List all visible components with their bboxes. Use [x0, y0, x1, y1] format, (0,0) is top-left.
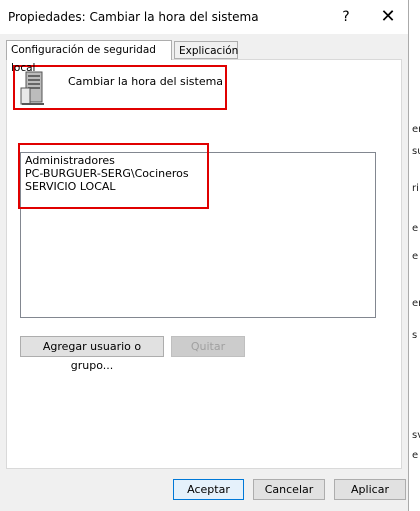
background-text: e	[412, 251, 419, 262]
close-button[interactable]: ✕	[372, 4, 404, 30]
background-text: e	[412, 450, 419, 461]
policy-name: Cambiar la hora del sistema	[68, 75, 224, 88]
tab-local-security-setting[interactable]: Configuración de seguridad local	[6, 40, 172, 74]
background-text: er	[412, 124, 420, 135]
list-item[interactable]: Administradores	[25, 155, 115, 167]
window-title: Propiedades: Cambiar la hora del sistema	[8, 10, 259, 24]
background-text: sv	[412, 430, 420, 441]
add-user-group-button[interactable]: Agregar usuario o grupo...	[20, 336, 164, 372]
background-text: s	[412, 330, 418, 341]
cancel-button[interactable]: Cancelar	[253, 479, 325, 500]
list-item[interactable]: PC-BURGUER-SERG\Cocineros	[25, 168, 189, 180]
tab-explanation[interactable]: Explicación	[174, 41, 238, 59]
title-bar: Propiedades: Cambiar la hora del sistema…	[0, 0, 408, 34]
background-window-edge: er su ri e e er s sv e	[410, 0, 420, 511]
apply-button[interactable]: Aplicar	[334, 479, 406, 500]
properties-dialog: Propiedades: Cambiar la hora del sistema…	[0, 0, 409, 511]
accounts-listbox[interactable]: Administradores PC-BURGUER-SERG\Cocinero…	[20, 152, 376, 318]
help-button[interactable]: ?	[333, 6, 359, 28]
background-text: ri	[412, 183, 419, 194]
background-text: er	[412, 298, 420, 309]
background-text: e	[412, 223, 419, 234]
background-text: su	[412, 146, 420, 157]
list-item[interactable]: SERVICIO LOCAL	[25, 181, 116, 193]
remove-button[interactable]: Quitar	[171, 336, 245, 357]
ok-button[interactable]: Aceptar	[173, 479, 244, 500]
